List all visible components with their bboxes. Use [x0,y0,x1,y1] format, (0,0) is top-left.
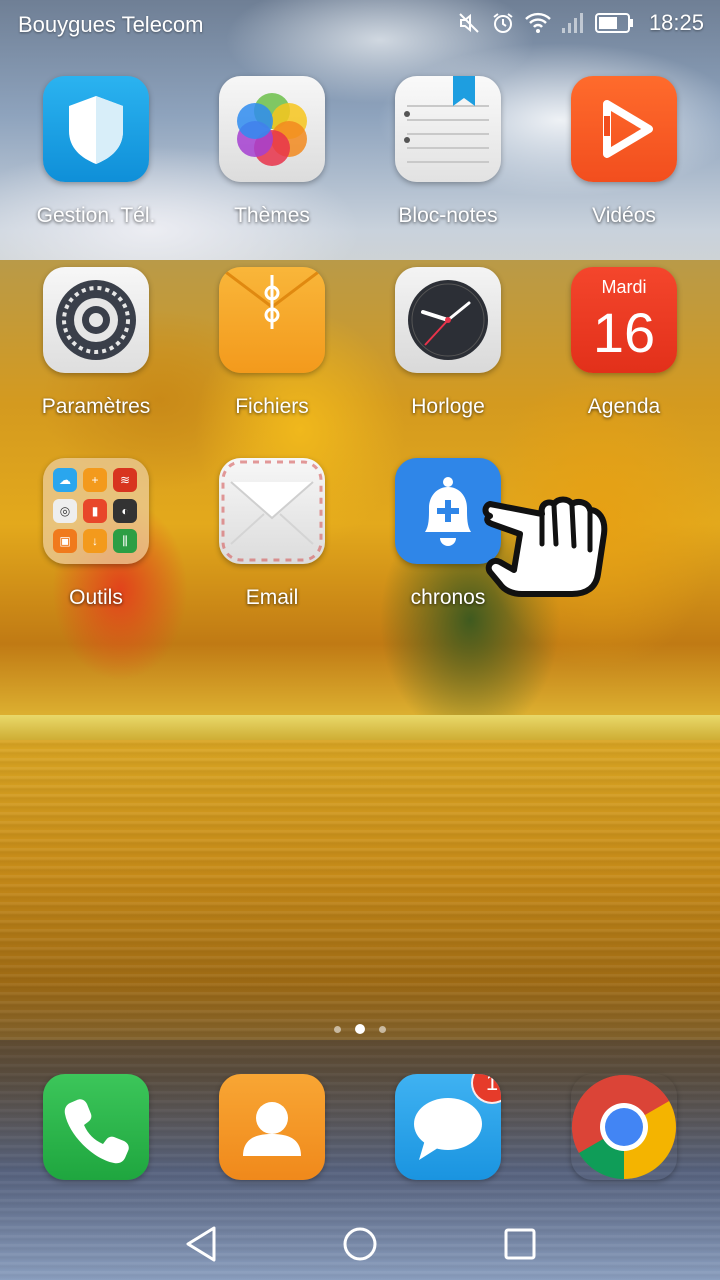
folder-envelope-icon [219,267,325,373]
calendar-icon: Mardi 16 [571,267,677,373]
agenda-date: 16 [592,301,656,364]
phone-icon [43,1074,149,1180]
app-themes[interactable]: Thèmes [192,76,352,228]
status-bar: Bouygues Telecom 18:25 [0,0,720,50]
torch-mini-icon: ▮ [83,498,107,523]
mute-icon [459,13,479,33]
app-outils-folder[interactable]: ☁ + ≋ ◎ ▮ ◐ ▣ ↓ ⫼ Outils [16,458,176,610]
wifi-icon [525,12,551,33]
compass-mini-icon: ◐ [113,498,137,523]
app-label: Outils [69,586,123,609]
page-dot-active[interactable] [355,1024,365,1034]
clock-time: 18:25 [648,10,704,35]
navigation-bar [0,1210,720,1280]
app-email[interactable]: Email [192,458,352,610]
download-mini-icon: ↓ [83,529,107,554]
app-label: Horloge [411,395,485,418]
app-label: Fichiers [235,395,309,418]
app-label: Bloc-notes [398,204,498,227]
equalizer-mini-icon: ⫼ [113,529,137,554]
app-label: Thèmes [234,204,310,227]
app-gestion-tel[interactable]: Gestion. Tél. [16,76,176,228]
tools-folder-icon: ☁ + ≋ ◎ ▮ ◐ ▣ ↓ ⫼ [43,458,149,564]
mirror-mini-icon: ▣ [53,529,77,554]
shield-icon [43,76,149,182]
app-label: Gestion. Tél. [36,204,156,227]
weather-mini-icon: ☁ [53,468,77,492]
radio-mini-icon: ◎ [53,498,77,523]
clock-icon [395,267,501,373]
app-label: Agenda [587,395,661,418]
pointing-hand-icon [482,496,608,597]
chrome-icon [571,1074,677,1180]
themes-icon [219,76,325,182]
agenda-day: Mardi [601,277,647,297]
page-dot[interactable] [334,1025,341,1033]
app-label: Paramètres [41,395,151,418]
dock-phone[interactable] [16,1074,176,1180]
app-horloge[interactable]: Horloge [368,267,528,419]
gear-icon [43,267,149,373]
video-play-icon [571,76,677,182]
app-fichiers[interactable]: Fichiers [192,267,352,419]
calculator-mini-icon: + [83,468,107,492]
dock-contacts[interactable] [192,1074,352,1180]
page-dot[interactable] [379,1025,386,1033]
messages-icon: 1 [395,1074,501,1180]
contacts-icon [219,1074,325,1180]
app-label: Vidéos [592,204,656,227]
notepad-icon [395,76,501,182]
app-agenda[interactable]: Mardi 16 Agenda [544,267,704,419]
page-indicator [0,1024,720,1034]
signal-icon [561,13,583,33]
app-bloc-notes[interactable]: Bloc-notes [368,76,528,228]
recents-button-icon[interactable] [490,1222,550,1266]
alarm-icon [493,13,513,33]
home-button-icon[interactable] [330,1222,390,1266]
dock-chrome[interactable] [544,1074,704,1180]
carrier-name: Bouygues Telecom [18,12,204,37]
dock-messages[interactable]: 1 [368,1074,528,1180]
recorder-mini-icon: ≋ [113,468,137,492]
battery-icon [594,13,633,33]
app-videos[interactable]: Vidéos [544,76,704,228]
back-button-icon[interactable] [170,1222,230,1266]
app-parametres[interactable]: Paramètres [16,267,176,419]
app-label: Email [245,586,299,609]
envelope-icon [219,458,325,564]
